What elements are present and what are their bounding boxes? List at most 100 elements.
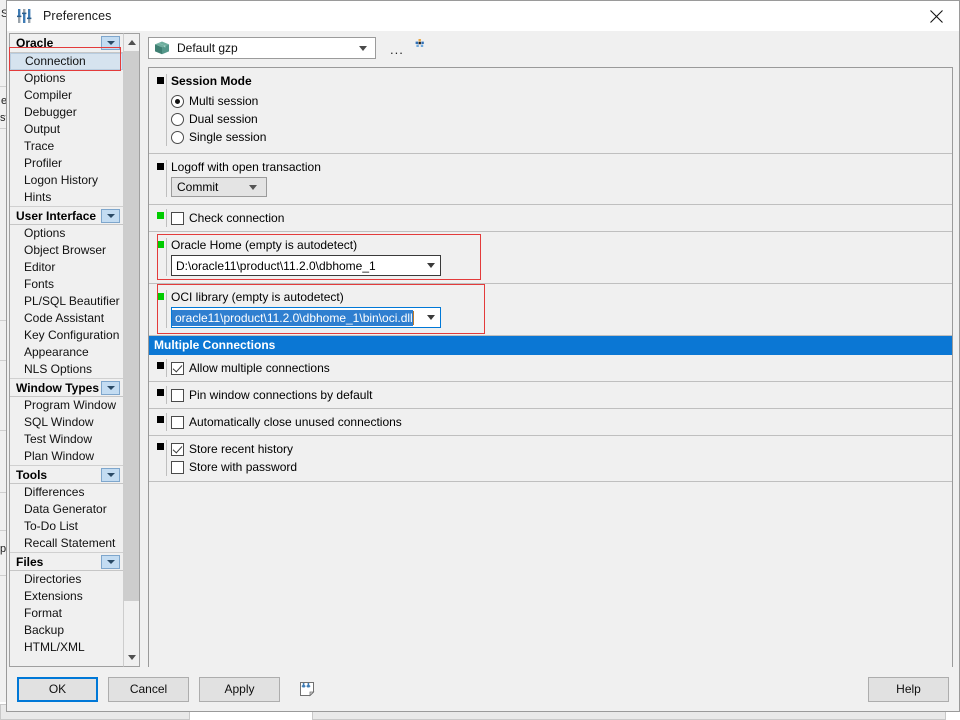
chevron-down-icon — [359, 46, 367, 51]
sidebar-group-files[interactable]: Files — [10, 552, 123, 571]
logoff-label: Logoff with open transaction — [171, 160, 321, 174]
asterisk-icon[interactable] — [414, 38, 426, 50]
sidebar-group-label: Files — [16, 554, 44, 569]
setting-content: Check connection — [171, 209, 952, 227]
setting-content: Oracle Home (empty is autodetect) D:\ora… — [171, 238, 952, 276]
setting-marker-modified — [156, 241, 164, 248]
sidebar-item-recall-statement[interactable]: Recall Statement — [10, 535, 123, 552]
sidebar-item-nls-options[interactable]: NLS Options — [10, 361, 123, 378]
radio-multi-session[interactable]: Multi session — [171, 92, 944, 110]
sidebar-item-editor[interactable]: Editor — [10, 259, 123, 276]
sidebar-item-program-window[interactable]: Program Window — [10, 397, 123, 414]
sidebar-item-test-window[interactable]: Test Window — [10, 431, 123, 448]
sidebar-item-html-xml[interactable]: HTML/XML — [10, 639, 123, 656]
sidebar-item-key-configuration[interactable]: Key Configuration — [10, 327, 123, 344]
help-button[interactable]: Help — [868, 676, 949, 702]
setting-allow-multiple-connections: Allow multiple connections — [149, 355, 952, 382]
sidebar-item-debugger[interactable]: Debugger — [10, 104, 123, 121]
scroll-up-icon[interactable] — [124, 34, 139, 51]
checkbox-auto-close-connections[interactable]: Automatically close unused connections — [171, 413, 944, 431]
sidebar-item-backup[interactable]: Backup — [10, 622, 123, 639]
preference-set-dropdown[interactable]: Default gzp — [148, 37, 376, 59]
sidebar-item-object-browser[interactable]: Object Browser — [10, 242, 123, 259]
preferences-dialog: Preferences Oracle Connection Options Co… — [6, 0, 960, 712]
setting-logoff-transaction: Logoff with open transaction Commit — [149, 154, 952, 205]
section-header-multiple-connections: Multiple Connections — [149, 336, 952, 355]
oci-library-input[interactable]: oracle11\product\11.2.0\dbhome_1\bin\oci… — [171, 307, 441, 328]
oracle-home-value: D:\oracle11\product\11.2.0\dbhome_1 — [176, 258, 376, 273]
sidebar-item-fonts[interactable]: Fonts — [10, 276, 123, 293]
oracle-home-input[interactable]: D:\oracle11\product\11.2.0\dbhome_1 — [171, 255, 441, 276]
ok-button[interactable]: OK — [17, 676, 98, 702]
sidebar-group-tools[interactable]: Tools — [10, 465, 123, 484]
sidebar-group-window-types[interactable]: Window Types — [10, 378, 123, 397]
sidebar-item-trace[interactable]: Trace — [10, 138, 123, 155]
sidebar: Oracle Connection Options Compiler Debug… — [7, 31, 140, 667]
close-icon[interactable] — [913, 1, 959, 31]
sidebar-group-label: Window Types — [16, 380, 100, 395]
chevron-down-icon[interactable] — [101, 36, 120, 50]
sidebar-item-connection[interactable]: Connection — [10, 53, 123, 70]
checkbox-check-connection[interactable]: Check connection — [171, 209, 944, 227]
screen: S e st p b te — [0, 0, 960, 720]
chevron-down-icon[interactable] — [101, 555, 120, 569]
checkbox-indicator — [171, 211, 184, 225]
sidebar-item-output[interactable]: Output — [10, 121, 123, 138]
gutter-rule — [166, 290, 167, 328]
title-bar: Preferences — [7, 1, 959, 31]
radio-label: Dual session — [189, 112, 258, 126]
chevron-down-icon[interactable] — [101, 381, 120, 395]
sidebar-item-hints[interactable]: Hints — [10, 189, 123, 206]
sidebar-item-directories[interactable]: Directories — [10, 571, 123, 588]
chevron-down-icon — [249, 185, 257, 190]
setting-gutter — [149, 359, 171, 377]
cancel-button[interactable]: Cancel — [108, 676, 189, 702]
chevron-down-icon[interactable] — [101, 468, 120, 482]
logoff-dropdown[interactable]: Commit — [171, 177, 267, 197]
chevron-down-icon[interactable] — [101, 209, 120, 223]
sidebar-item-plsql-beautifier[interactable]: PL/SQL Beautifier — [10, 293, 123, 310]
sidebar-scrollbar[interactable] — [123, 33, 140, 667]
dialog-body: Oracle Connection Options Compiler Debug… — [7, 31, 959, 667]
sidebar-item-data-generator[interactable]: Data Generator — [10, 501, 123, 518]
checkbox-allow-multiple-connections[interactable]: Allow multiple connections — [171, 359, 944, 377]
radio-dual-session[interactable]: Dual session — [171, 110, 944, 128]
apply-button[interactable]: Apply — [199, 676, 280, 702]
radio-single-session[interactable]: Single session — [171, 128, 944, 146]
sidebar-item-format[interactable]: Format — [10, 605, 123, 622]
setting-content: Pin window connections by default — [171, 386, 952, 404]
setting-content: Automatically close unused connections — [171, 413, 952, 431]
sidebar-item-options[interactable]: Options — [10, 70, 123, 87]
sidebar-item-ui-options[interactable]: Options — [10, 225, 123, 242]
sidebar-item-plan-window[interactable]: Plan Window — [10, 448, 123, 465]
more-options-button[interactable]: ... — [390, 35, 404, 61]
checkbox-label: Check connection — [189, 211, 285, 225]
package-icon — [154, 41, 170, 55]
setting-content: Allow multiple connections — [171, 359, 952, 377]
sidebar-item-sql-window[interactable]: SQL Window — [10, 414, 123, 431]
sidebar-item-appearance[interactable]: Appearance — [10, 344, 123, 361]
checkbox-store-recent-history[interactable]: Store recent history — [171, 440, 944, 458]
scroll-down-icon[interactable] — [124, 649, 139, 666]
import-preferences-icon[interactable] — [298, 680, 316, 698]
sidebar-item-profiler[interactable]: Profiler — [10, 155, 123, 172]
sidebar-item-extensions[interactable]: Extensions — [10, 588, 123, 605]
sidebar-item-code-assistant[interactable]: Code Assistant — [10, 310, 123, 327]
sidebar-group-oracle[interactable]: Oracle — [10, 34, 123, 53]
scrollbar-thumb[interactable] — [124, 51, 139, 602]
sidebar-item-differences[interactable]: Differences — [10, 484, 123, 501]
sidebar-item-compiler[interactable]: Compiler — [10, 87, 123, 104]
checkbox-pin-window-connections[interactable]: Pin window connections by default — [171, 386, 944, 404]
sidebar-item-logon-history[interactable]: Logon History — [10, 172, 123, 189]
chevron-down-icon[interactable] — [421, 256, 440, 275]
sidebar-item-to-do-list[interactable]: To-Do List — [10, 518, 123, 535]
scrollbar-track[interactable] — [124, 51, 139, 649]
setting-gutter — [149, 386, 171, 404]
checkbox-label: Pin window connections by default — [189, 388, 373, 402]
logoff-value: Commit — [177, 180, 219, 194]
setting-content: Logoff with open transaction Commit — [171, 160, 952, 197]
text-caret — [412, 310, 414, 325]
checkbox-store-with-password[interactable]: Store with password — [171, 458, 944, 476]
chevron-down-icon[interactable] — [421, 308, 440, 327]
sidebar-group-user-interface[interactable]: User Interface — [10, 206, 123, 225]
